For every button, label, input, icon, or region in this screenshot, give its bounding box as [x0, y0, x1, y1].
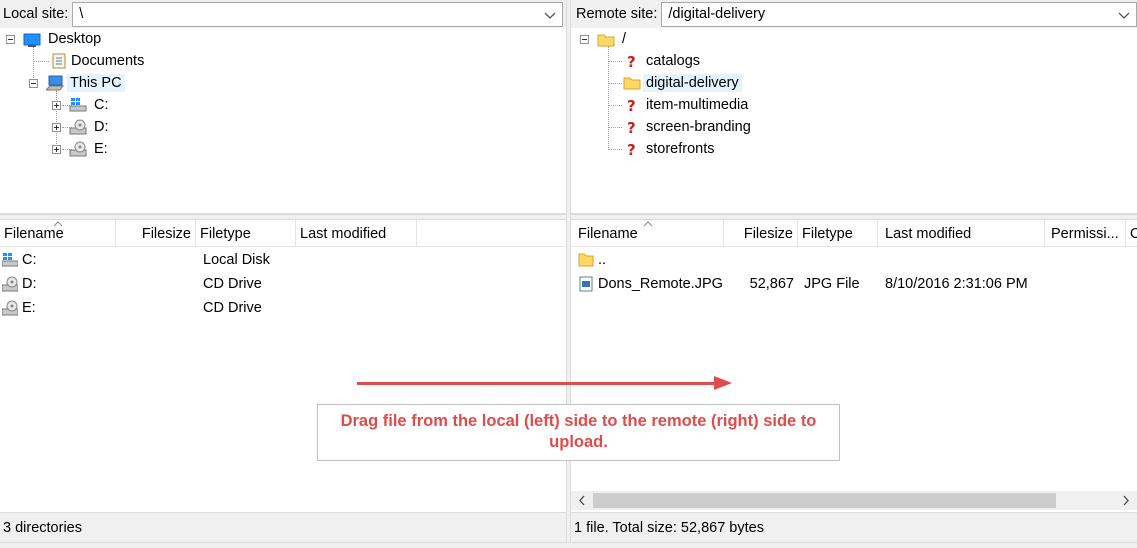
- collapse-root-toggle[interactable]: [580, 35, 589, 44]
- desktop-icon: [23, 33, 41, 47]
- column-filesize[interactable]: Filesize: [116, 220, 196, 247]
- remote-list-header: Filename Filesize Filetype Last modified…: [571, 220, 1137, 247]
- local-site-path-combo[interactable]: \: [72, 1, 563, 27]
- cd-drive-icon: [69, 119, 87, 135]
- column-last-modified[interactable]: Last modified: [296, 220, 417, 247]
- local-site-bar: Local site: \: [0, 0, 566, 28]
- cd-drive-icon: [2, 276, 18, 292]
- table-row[interactable]: ..: [571, 248, 1137, 272]
- table-row[interactable]: D: CD Drive: [0, 272, 566, 296]
- column-last-modified[interactable]: Last modified: [878, 220, 1045, 247]
- local-pane: Local site: \ Desktop Documents This PC …: [0, 0, 566, 548]
- local-site-label: Local site:: [3, 6, 69, 22]
- column-filetype[interactable]: Filetype: [196, 220, 296, 247]
- remote-status-text: 1 file. Total size: 52,867 bytes: [574, 520, 764, 536]
- collapse-this-pc-toggle[interactable]: [29, 79, 38, 88]
- cd-drive-icon: [2, 300, 18, 316]
- remote-pane: Remote site: /digital-delivery / ? catal…: [571, 0, 1137, 548]
- local-site-path[interactable]: \: [79, 6, 83, 22]
- windows-drive-icon: [69, 98, 87, 112]
- tree-item-e-drive[interactable]: E:: [91, 140, 111, 158]
- svg-text:?: ?: [627, 141, 636, 157]
- remote-horizontal-scrollbar[interactable]: [571, 491, 1137, 510]
- file-type: JPG File: [804, 276, 860, 292]
- expand-d-drive-toggle[interactable]: [52, 123, 61, 132]
- remote-site-path[interactable]: /digital-delivery: [668, 6, 765, 22]
- tree-item-documents[interactable]: Documents: [68, 52, 147, 70]
- table-row[interactable]: Dons_Remote.JPG 52,867 JPG File 8/10/201…: [571, 272, 1137, 296]
- file-type: Local Disk: [203, 252, 270, 268]
- remote-file-list: Filename Filesize Filetype Last modified…: [571, 220, 1137, 512]
- remote-site-path-combo[interactable]: /digital-delivery: [661, 1, 1137, 27]
- drag-arrow-head-icon: [714, 376, 732, 390]
- tree-item-desktop[interactable]: Desktop: [45, 30, 104, 48]
- folder-icon: [578, 253, 594, 267]
- local-status-text: 3 directories: [3, 520, 82, 536]
- documents-icon: [52, 53, 66, 69]
- unknown-folder-icon: ?: [627, 53, 636, 69]
- file-modified: 8/10/2016 2:31:06 PM: [885, 276, 1028, 292]
- expand-c-drive-toggle[interactable]: [52, 101, 61, 110]
- remote-tree: / ? catalogs digital-delivery ? item-mul…: [571, 28, 1137, 214]
- collapse-desktop-toggle[interactable]: [6, 35, 15, 44]
- table-row[interactable]: C: Local Disk: [0, 248, 566, 272]
- remote-status-bar: 1 file. Total size: 52,867 bytes: [571, 512, 1137, 542]
- column-filetype[interactable]: Filetype: [798, 220, 878, 247]
- remote-site-bar: Remote site: /digital-delivery: [571, 0, 1137, 28]
- image-file-icon: [579, 276, 593, 292]
- local-file-list: Filename Filesize Filetype Last modified…: [0, 220, 566, 512]
- file-name: E:: [22, 300, 36, 316]
- tree-item-screen-branding[interactable]: screen-branding: [643, 118, 754, 136]
- column-owner[interactable]: O: [1126, 220, 1137, 247]
- file-type: CD Drive: [203, 300, 262, 316]
- file-name: D:: [22, 276, 37, 292]
- sort-ascending-icon: [53, 221, 63, 227]
- tree-item-c-drive[interactable]: C:: [91, 96, 112, 114]
- file-name: ..: [598, 252, 607, 268]
- unknown-folder-icon: ?: [627, 97, 636, 113]
- tree-item-storefronts[interactable]: storefronts: [643, 140, 718, 158]
- local-status-bar: 3 directories: [0, 512, 566, 542]
- column-permissions[interactable]: Permissi...: [1045, 220, 1126, 247]
- remote-site-label: Remote site:: [576, 6, 658, 22]
- table-row[interactable]: E: CD Drive: [0, 296, 566, 320]
- unknown-folder-icon: ?: [627, 141, 636, 157]
- chevron-down-icon[interactable]: [1118, 10, 1130, 20]
- sort-ascending-icon: [643, 221, 653, 227]
- scroll-right-icon[interactable]: [1119, 493, 1133, 508]
- unknown-folder-icon: ?: [627, 119, 636, 135]
- file-name: C:: [22, 252, 37, 268]
- instruction-callout: Drag file from the local (left) side to …: [317, 404, 840, 461]
- tree-item-digital-delivery[interactable]: digital-delivery: [643, 74, 742, 92]
- instruction-text: Drag file from the local (left) side to …: [340, 412, 817, 451]
- svg-text:?: ?: [627, 119, 636, 135]
- tree-item-item-multimedia[interactable]: item-multimedia: [643, 96, 751, 114]
- scrollbar-thumb[interactable]: [593, 493, 1056, 508]
- drag-arrow-line: [357, 382, 717, 385]
- tree-item-this-pc[interactable]: This PC: [67, 74, 125, 92]
- tree-item-catalogs[interactable]: catalogs: [643, 52, 703, 70]
- svg-text:?: ?: [627, 53, 636, 69]
- column-filesize[interactable]: Filesize: [724, 220, 798, 247]
- bottom-edge: [0, 542, 1137, 548]
- cd-drive-icon: [69, 141, 87, 157]
- tree-item-d-drive[interactable]: D:: [91, 118, 112, 136]
- chevron-down-icon[interactable]: [544, 10, 556, 20]
- folder-icon: [597, 34, 615, 47]
- folder-icon: [623, 77, 641, 90]
- file-name: Dons_Remote.JPG: [598, 276, 723, 292]
- local-tree: Desktop Documents This PC C: D: E:: [0, 28, 566, 214]
- local-list-header: Filename Filesize Filetype Last modified: [0, 220, 566, 247]
- computer-icon: [46, 75, 64, 91]
- expand-e-drive-toggle[interactable]: [52, 145, 61, 154]
- file-size: 52,867: [749, 276, 794, 292]
- tree-item-root[interactable]: /: [619, 30, 629, 48]
- svg-text:?: ?: [627, 97, 636, 113]
- windows-drive-icon: [2, 253, 18, 267]
- file-type: CD Drive: [203, 276, 262, 292]
- scroll-left-icon[interactable]: [575, 493, 589, 508]
